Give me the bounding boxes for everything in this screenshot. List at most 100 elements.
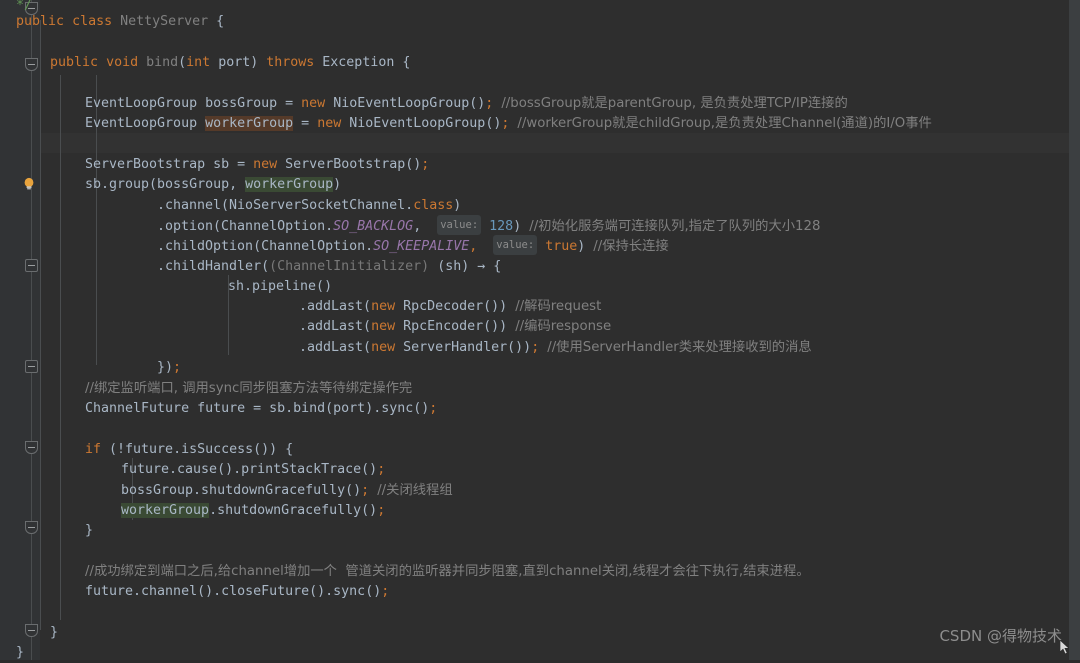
code-token: .channel(NioServerSocketChannel. <box>157 198 414 213</box>
code-token: ) <box>513 219 530 235</box>
parameter-hint: value: <box>493 235 538 256</box>
code-token: ServerHandler()) <box>395 340 532 355</box>
code-line: .childHandler((ChannelInitializer) (sh) … <box>0 257 1080 277</box>
code-token: (!future.isSuccess()) { <box>101 442 294 457</box>
code-token: .childOption(ChannelOption. <box>157 239 374 255</box>
code-line: ChannelFuture future = sb.bind(port).syn… <box>0 399 1080 419</box>
code-token: class <box>72 14 113 29</box>
code-token: true <box>545 239 578 255</box>
code-line: public void bind(int port) throws Except… <box>0 53 1080 73</box>
code-token: { <box>485 259 502 274</box>
code-token: ServerBootstrap() <box>277 157 422 172</box>
code-token: RpcEncoder()) <box>395 319 516 334</box>
code-token: public <box>50 55 99 70</box>
code-token: //bossGroup就是parentGroup, 是负责处理TCP/IP连接的 <box>501 96 848 111</box>
code-line: future.channel().closeFuture().sync(); <box>0 582 1080 602</box>
code-token: new <box>301 96 326 111</box>
code-line: EventLoopGroup workerGroup = new NioEven… <box>0 114 1080 134</box>
code-line: sb.group(bossGroup, workerGroup) <box>0 175 1080 195</box>
code-token: ; <box>377 462 386 477</box>
code-token: SO_BACKLOG <box>333 219 414 235</box>
code-token: NioEventLoopGroup() <box>341 116 502 131</box>
code-token: NettyServer <box>120 14 209 29</box>
code-token: ChannelFuture future = sb.bind(port).syn… <box>85 401 430 416</box>
code-token: //成功绑定到端口之后,给channel增加一个 管道关闭的监听器并同步阻塞,直… <box>85 564 810 579</box>
code-line: .addLast(new RpcEncoder()) //编码response <box>0 317 1080 337</box>
code-token: } <box>16 645 25 660</box>
code-line: workerGroup.shutdownGracefully(); <box>0 501 1080 521</box>
code-token: .addLast( <box>299 319 372 334</box>
code-token: ; <box>377 503 386 518</box>
code-token: .option(ChannelOption. <box>157 219 334 235</box>
code-token: ; <box>429 401 438 416</box>
code-token: = <box>293 116 318 131</box>
code-content[interactable]: */public class NettyServer {public void … <box>0 0 1080 660</box>
code-line: //成功绑定到端口之后,给channel增加一个 管道关闭的监听器并同步阻塞,直… <box>0 562 1080 582</box>
code-editor[interactable]: */public class NettyServer {public void … <box>0 0 1080 660</box>
code-token: , <box>413 219 422 235</box>
code-token: ; <box>381 584 390 599</box>
code-token: workerGroup <box>205 116 294 131</box>
code-token: SO_KEEPALIVE <box>373 239 470 255</box>
code-token: void <box>106 55 139 70</box>
code-token: //绑定监听端口, 调用sync同步阻塞方法等待绑定操作完 <box>85 381 413 396</box>
code-line: EventLoopGroup bossGroup = new NioEventL… <box>0 94 1080 114</box>
code-line: .channel(NioServerSocketChannel.class) <box>0 196 1080 216</box>
code-token: bind <box>146 55 179 70</box>
code-token: (ChannelInitializer) <box>269 259 430 274</box>
code-token: port) <box>210 55 267 70</box>
code-token: (sh) <box>429 259 478 274</box>
code-token: Exception { <box>314 55 411 70</box>
code-token: int <box>186 55 211 70</box>
code-token: RpcDecoder()) <box>395 299 516 314</box>
code-token: //使用ServerHandler类来处理接收到的消息 <box>547 340 812 355</box>
code-token: } <box>50 625 59 640</box>
code-token: ; <box>173 360 182 375</box>
code-token: { <box>208 14 225 29</box>
code-token: EventLoopGroup <box>85 116 206 131</box>
code-token: ; <box>531 340 540 355</box>
code-token: workerGroup <box>121 503 210 518</box>
code-token: bossGroup.shutdownGracefully() <box>121 483 362 498</box>
code-token: //解码request <box>515 299 602 314</box>
code-token: .shutdownGracefully() <box>209 503 378 518</box>
code-token: workerGroup <box>245 177 334 192</box>
code-line: } <box>0 623 1080 643</box>
code-token: //保持长连接 <box>593 239 669 255</box>
code-line: }); <box>0 358 1080 378</box>
code-token: sb.group(bossGroup, <box>85 177 246 192</box>
code-token: //初始化服务端可连接队列,指定了队列的大小128 <box>529 219 821 235</box>
code-token: }) <box>157 360 174 375</box>
code-token: //编码response <box>515 319 612 334</box>
code-token: new <box>371 340 396 355</box>
code-token: .addLast( <box>299 299 372 314</box>
code-token: ServerBootstrap sb = <box>85 157 254 172</box>
code-token: new <box>317 116 342 131</box>
code-token: //workerGroup就是childGroup,是负责处理Channel(通… <box>517 116 932 131</box>
parameter-hint: value: <box>437 215 482 236</box>
code-line: .option(ChannelOption.SO_BACKLOG, value:… <box>0 215 1080 236</box>
code-token: ) <box>577 239 594 255</box>
vertical-scrollbar[interactable] <box>1069 0 1080 660</box>
code-token: ( <box>178 55 187 70</box>
code-token: ) <box>453 198 462 213</box>
code-token: ; <box>361 483 370 498</box>
code-line: //绑定监听端口, 调用sync同步阻塞方法等待绑定操作完 <box>0 379 1080 399</box>
code-line: if (!future.isSuccess()) { <box>0 440 1080 460</box>
code-token: throws <box>266 55 315 70</box>
code-token: sh.pipeline() <box>228 279 333 294</box>
code-line: .childOption(ChannelOption.SO_KEEPALIVE,… <box>0 235 1080 256</box>
code-line: .addLast(new ServerHandler()); //使用Serve… <box>0 338 1080 358</box>
code-line: } <box>0 521 1080 541</box>
code-token: .addLast( <box>299 340 372 355</box>
code-token: .childHandler( <box>157 259 270 274</box>
